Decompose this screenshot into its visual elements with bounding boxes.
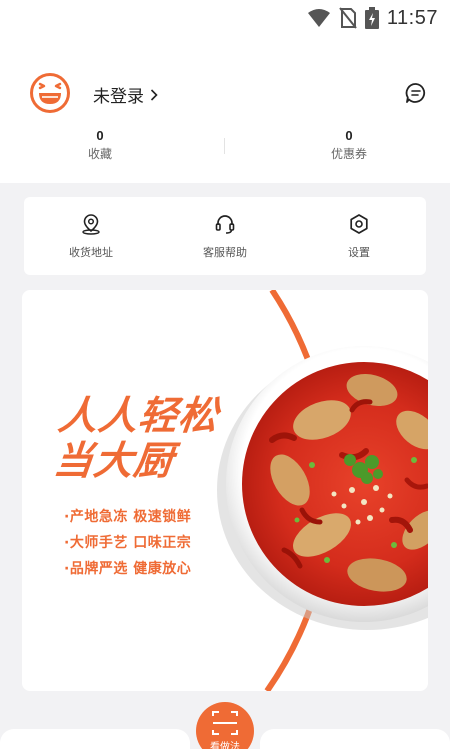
- stat-favorites[interactable]: 0 收藏: [40, 128, 160, 162]
- message-icon[interactable]: [405, 82, 427, 104]
- coupons-label: 优惠券: [330, 147, 367, 161]
- menu-item-address[interactable]: 收货地址: [24, 197, 158, 275]
- wifi-icon: [307, 9, 330, 27]
- banner-title: 人人轻松 当大厨: [51, 394, 240, 484]
- banner-slogan: ·品牌严选 健康放心: [64, 561, 192, 577]
- banner-slogan: ·产地急冻 极速锁鲜: [64, 509, 192, 525]
- menu-item-settings[interactable]: 设置: [292, 197, 426, 275]
- no-sim-icon: [339, 7, 357, 29]
- profile-panel: 未登录 0 收藏 0 优惠券: [0, 36, 450, 183]
- status-icons: 11:57: [307, 6, 438, 30]
- scan-label: 看做法: [210, 742, 240, 749]
- menu-card: 收货地址 客服帮助 设置: [24, 197, 426, 275]
- promo-banner[interactable]: 人人轻松 当大厨 ·产地急冻 极速锁鲜 ·大师手艺 口味正宗 ·品牌严选 健康放…: [22, 290, 428, 691]
- nav-tab-left[interactable]: [0, 729, 190, 749]
- banner-slogan: ·大师手艺 口味正宗: [64, 535, 192, 551]
- status-time: 11:57: [386, 6, 438, 29]
- chevron-right-icon: [150, 88, 158, 101]
- nav-tab-right[interactable]: [260, 729, 450, 749]
- stat-coupons[interactable]: 0 优惠券: [289, 128, 409, 162]
- menu-label-address: 收货地址: [69, 245, 113, 259]
- menu-label-support: 客服帮助: [203, 245, 247, 259]
- login-label: 未登录: [93, 87, 144, 107]
- banner-title-line1: 人人轻松: [56, 394, 221, 439]
- menu-label-settings: 设置: [348, 245, 370, 259]
- coupons-count: 0: [345, 128, 353, 143]
- scan-recipe-button[interactable]: 看做法: [196, 702, 254, 749]
- battery-charging-icon: [364, 7, 379, 29]
- menu-item-support[interactable]: 客服帮助: [158, 197, 292, 275]
- status-bar: 11:57: [0, 0, 450, 36]
- banner-slogans: ·产地急冻 极速锁鲜 ·大师手艺 口味正宗 ·品牌严选 健康放心: [64, 504, 191, 582]
- login-button[interactable]: 未登录: [93, 82, 158, 107]
- location-pin-icon: [82, 213, 100, 235]
- headset-icon: [215, 214, 235, 234]
- stat-divider: [224, 138, 225, 154]
- banner-title-line2: 当大厨: [51, 439, 177, 484]
- dish-image: [217, 290, 428, 691]
- gear-icon: [350, 213, 368, 234]
- avatar-icon[interactable]: [30, 73, 70, 113]
- favorites-label: 收藏: [87, 147, 112, 161]
- favorites-count: 0: [96, 128, 104, 143]
